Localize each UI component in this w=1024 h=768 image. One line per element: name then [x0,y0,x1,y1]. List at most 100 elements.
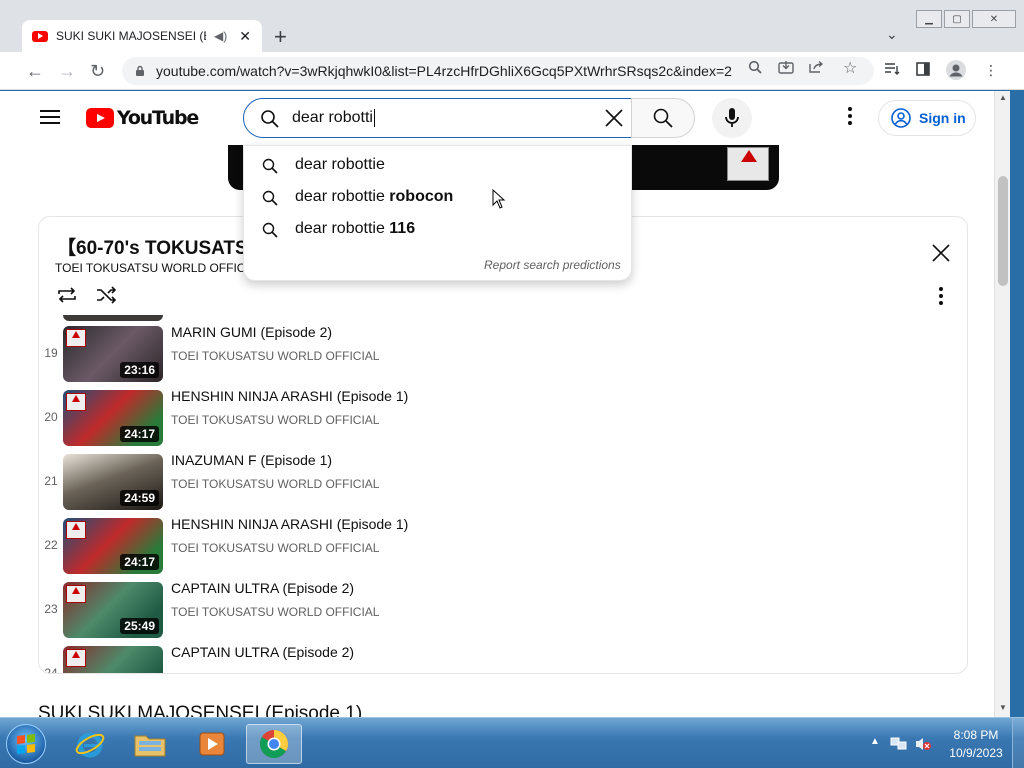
scroll-down-icon[interactable]: ▼ [999,703,1007,712]
chrome-icon [260,730,288,758]
search-input[interactable]: dear robotti [243,98,632,138]
youtube-header: YouTube dear robotti Sign in [0,91,994,145]
playlist-item[interactable]: 21 24:59 INAZUMAN F (Episode 1) TOEI TOK… [39,452,939,510]
playlist-title[interactable]: 【60-70's TOKUSATSU [57,233,261,260]
search-query: dear robotti [292,109,375,127]
window-controls: ▁ ▢ ✕ [916,10,1018,28]
toei-logo-watermark [727,147,769,181]
video-duration: 24:17 [120,554,159,570]
media-player-icon [199,732,225,756]
tab-search-chevron-icon[interactable]: ⌄ [886,26,898,43]
menu-icon[interactable] [40,110,60,124]
playlist-channel[interactable]: TOEI TOKUSATSU WORLD OFFICIAL [55,261,263,275]
video-thumbnail[interactable]: 25:49 [63,582,163,638]
voice-search-button[interactable] [712,98,752,138]
start-button[interactable] [6,724,46,764]
account-icon [891,108,911,128]
shuffle-icon[interactable] [95,285,119,310]
network-icon[interactable] [890,736,908,752]
video-thumbnail[interactable] [63,646,163,673]
video-title[interactable]: HENSHIN NINJA ARASHI (Episode 1) [171,516,408,532]
folder-icon [134,735,166,757]
video-channel: TOEI TOKUSATSU WORLD OFFICIAL [171,605,380,619]
close-window-button[interactable]: ✕ [972,10,1016,28]
suggestion-text: dear robottie 116 [295,220,416,237]
taskbar-chrome[interactable] [246,724,302,764]
suggestion-item[interactable]: dear robottie 116 [244,214,633,244]
side-panel-icon[interactable] [916,62,930,79]
video-title[interactable]: CAPTAIN ULTRA (Episode 2) [171,580,354,596]
suggestion-item[interactable]: dear robottie robocon [244,182,633,212]
search-button[interactable] [631,98,695,138]
taskbar-internet-explorer[interactable] [62,724,118,764]
video-channel: TOEI TOKUSATSU WORLD OFFICIAL [171,349,380,363]
youtube-favicon-icon [32,30,48,42]
tab-close-icon[interactable]: ✕ [239,28,251,45]
scroll-up-icon[interactable]: ▲ [999,93,1007,102]
playlist-item[interactable]: 23 25:49 CAPTAIN ULTRA (Episode 2) TOEI … [39,580,939,638]
search-icon [262,222,278,238]
playlist-item[interactable]: 19 23:16 MARIN GUMI (Episode 2) TOEI TOK… [39,324,939,382]
video-title[interactable]: MARIN GUMI (Episode 2) [171,324,332,340]
maximize-button[interactable]: ▢ [944,10,970,28]
clear-search-icon[interactable] [604,108,624,131]
show-desktop-button[interactable] [1012,718,1024,768]
volume-muted-icon[interactable] [914,736,932,752]
video-title[interactable]: CAPTAIN ULTRA (Episode 2) [171,644,354,660]
playlist-items: 19 23:16 MARIN GUMI (Episode 2) TOEI TOK… [39,315,957,673]
microphone-icon [725,108,739,127]
video-title[interactable]: HENSHIN NINJA ARASHI (Episode 1) [171,388,408,404]
item-index: 19 [44,346,58,360]
item-index: 21 [44,474,58,488]
page-viewport: 【60-70's TOKUSATSU TOEI TOKUSATSU WORLD … [0,91,994,717]
playlist-item[interactable]: 20 24:17 HENSHIN NINJA ARASHI (Episode 1… [39,388,939,446]
audio-playing-icon[interactable]: ◀) [214,29,227,43]
suggestion-text: dear robottie [295,156,385,173]
page-scrollbar[interactable]: ▲ ▼ [994,91,1010,717]
video-title[interactable]: INAZUMAN F (Episode 1) [171,452,332,468]
clock-time[interactable]: 8:08 PM [948,728,1004,742]
zoom-search-icon[interactable] [748,60,762,77]
browser-menu-icon[interactable]: ⋮ [984,62,998,79]
install-app-icon[interactable] [778,60,794,77]
video-thumbnail[interactable]: 23:16 [63,326,163,382]
search-icon [261,110,279,128]
system-tray: ▲ 8:08 PM 10/9/2023 [866,718,1024,768]
loop-icon[interactable] [55,285,79,310]
mouse-cursor-icon [492,189,506,209]
video-thumbnail[interactable]: 24:59 [63,454,163,510]
close-playlist-icon[interactable] [931,243,951,264]
browser-chrome: SUKI SUKI MAJOSENSEI (Episode 1) ◀) ✕ + … [0,0,1024,90]
playlist-more-icon[interactable] [939,287,943,305]
bookmark-star-icon[interactable]: ☆ [843,58,857,78]
taskbar-media-player[interactable] [184,724,240,764]
back-arrow-icon[interactable]: ← [26,61,44,82]
minimize-button[interactable]: ▁ [916,10,942,28]
share-icon[interactable] [808,60,824,77]
forward-arrow-icon[interactable]: → [58,61,76,82]
youtube-logo-text: YouTube [117,107,199,129]
video-channel: TOEI TOKUSATSU WORLD OFFICIAL [171,413,380,427]
suggestion-item[interactable]: dear robottie [244,150,633,180]
clock-date[interactable]: 10/9/2023 [946,746,1006,760]
sign-in-button[interactable]: Sign in [878,100,976,136]
browser-tab[interactable]: SUKI SUKI MAJOSENSEI (Episode 1) ◀) ✕ [22,20,262,52]
scrollbar-thumb[interactable] [998,176,1008,286]
taskbar-file-explorer[interactable] [122,724,178,764]
toei-logo-icon [66,329,86,347]
reading-list-icon[interactable] [884,62,900,79]
video-thumbnail[interactable]: 24:17 [63,390,163,446]
video-thumbnail[interactable]: 24:17 [63,518,163,574]
reload-icon[interactable]: ↻ [90,61,105,82]
new-tab-button[interactable]: + [274,24,287,50]
video-thumbnail[interactable] [63,315,163,321]
playlist-item[interactable]: 22 24:17 HENSHIN NINJA ARASHI (Episode 1… [39,516,939,574]
youtube-logo[interactable]: YouTube [86,107,199,129]
report-predictions-link[interactable]: Report search predictions [484,258,621,272]
show-hidden-icons-icon[interactable]: ▲ [870,736,880,747]
playlist-item-partial[interactable] [39,315,939,321]
video-duration: 24:59 [120,490,159,506]
profile-avatar-icon[interactable] [946,60,966,83]
playlist-item[interactable]: 24 CAPTAIN ULTRA (Episode 2) [39,644,939,673]
settings-more-icon[interactable] [848,107,852,125]
